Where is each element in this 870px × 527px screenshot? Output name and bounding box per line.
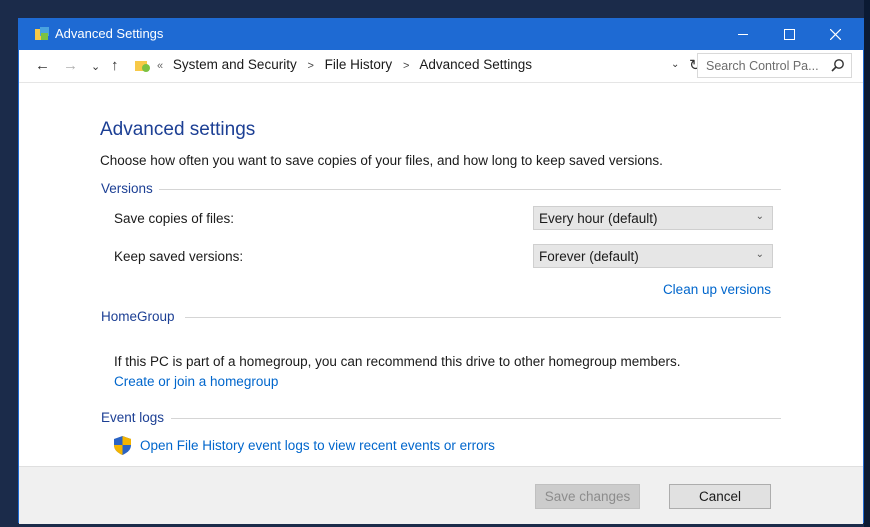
navigation-bar: ← → ⌄ ↑ « System and Security > File His… — [19, 50, 863, 83]
control-panel-icon — [35, 27, 49, 40]
page-title: Advanced settings — [100, 119, 256, 140]
desktop-background — [864, 0, 870, 527]
minimize-button[interactable] — [721, 19, 765, 50]
keep-versions-value: Forever (default) — [539, 249, 639, 264]
up-arrow-icon[interactable]: ↑ — [111, 57, 119, 75]
chevron-right-icon[interactable]: > — [307, 60, 313, 72]
title-bar[interactable]: Advanced Settings — [19, 19, 863, 50]
main-content: Advanced settings Choose how often you w… — [19, 83, 863, 466]
search-input[interactable] — [706, 57, 826, 74]
create-join-homegroup-link[interactable]: Create or join a homegroup — [114, 374, 278, 389]
breadcrumb-item-advanced-settings[interactable]: Advanced Settings — [419, 57, 532, 72]
window-title: Advanced Settings — [55, 26, 164, 41]
chevron-right-icon[interactable]: > — [403, 60, 409, 72]
breadcrumb-overflow-icon[interactable]: « — [157, 60, 163, 72]
save-copies-value: Every hour (default) — [539, 211, 658, 226]
versions-heading: Versions — [101, 181, 153, 196]
open-event-logs-link[interactable]: Open File History event logs to view rec… — [140, 438, 495, 453]
save-copies-label: Save copies of files: — [114, 211, 235, 226]
versions-divider — [159, 189, 781, 190]
event-logs-heading: Event logs — [101, 410, 165, 425]
chevron-down-icon: ⌄ — [755, 249, 764, 260]
keep-versions-select[interactable]: Forever (default) ⌄ — [533, 244, 773, 268]
keep-versions-label: Keep saved versions: — [114, 249, 244, 264]
homegroup-heading: HomeGroup — [101, 309, 175, 324]
maximize-icon — [783, 29, 795, 40]
maximize-button[interactable] — [767, 19, 811, 50]
search-icon[interactable] — [831, 58, 845, 72]
breadcrumb: « System and Security > File History > A… — [157, 57, 532, 72]
breadcrumb-item-file-history[interactable]: File History — [325, 57, 393, 72]
clean-up-versions-link[interactable]: Clean up versions — [663, 282, 771, 297]
close-icon — [829, 29, 841, 40]
back-arrow-icon[interactable]: ← — [35, 57, 50, 75]
cancel-button[interactable]: Cancel — [669, 484, 771, 509]
footer-bar: Save changes Cancel — [19, 466, 863, 524]
breadcrumb-item-system-and-security[interactable]: System and Security — [173, 57, 297, 72]
chevron-down-icon: ⌄ — [755, 211, 764, 222]
uac-shield-icon — [114, 436, 131, 455]
control-panel-folder-icon — [135, 61, 150, 72]
page-description: Choose how often you want to save copies… — [100, 153, 663, 168]
minimize-icon — [738, 34, 748, 35]
save-copies-select[interactable]: Every hour (default) ⌄ — [533, 206, 773, 230]
event-logs-divider — [171, 418, 781, 419]
recent-locations-chevron-icon[interactable]: ⌄ — [91, 58, 100, 76]
address-dropdown-icon[interactable]: ⌄ — [671, 59, 679, 70]
search-box[interactable] — [697, 53, 852, 78]
forward-arrow-icon[interactable]: → — [63, 57, 78, 75]
save-changes-button[interactable]: Save changes — [535, 484, 640, 509]
homegroup-divider — [185, 317, 781, 318]
homegroup-description: If this PC is part of a homegroup, you c… — [114, 354, 681, 369]
close-button[interactable] — [813, 19, 857, 50]
advanced-settings-window: Advanced Settings ← → ⌄ ↑ « System and S… — [18, 18, 864, 524]
